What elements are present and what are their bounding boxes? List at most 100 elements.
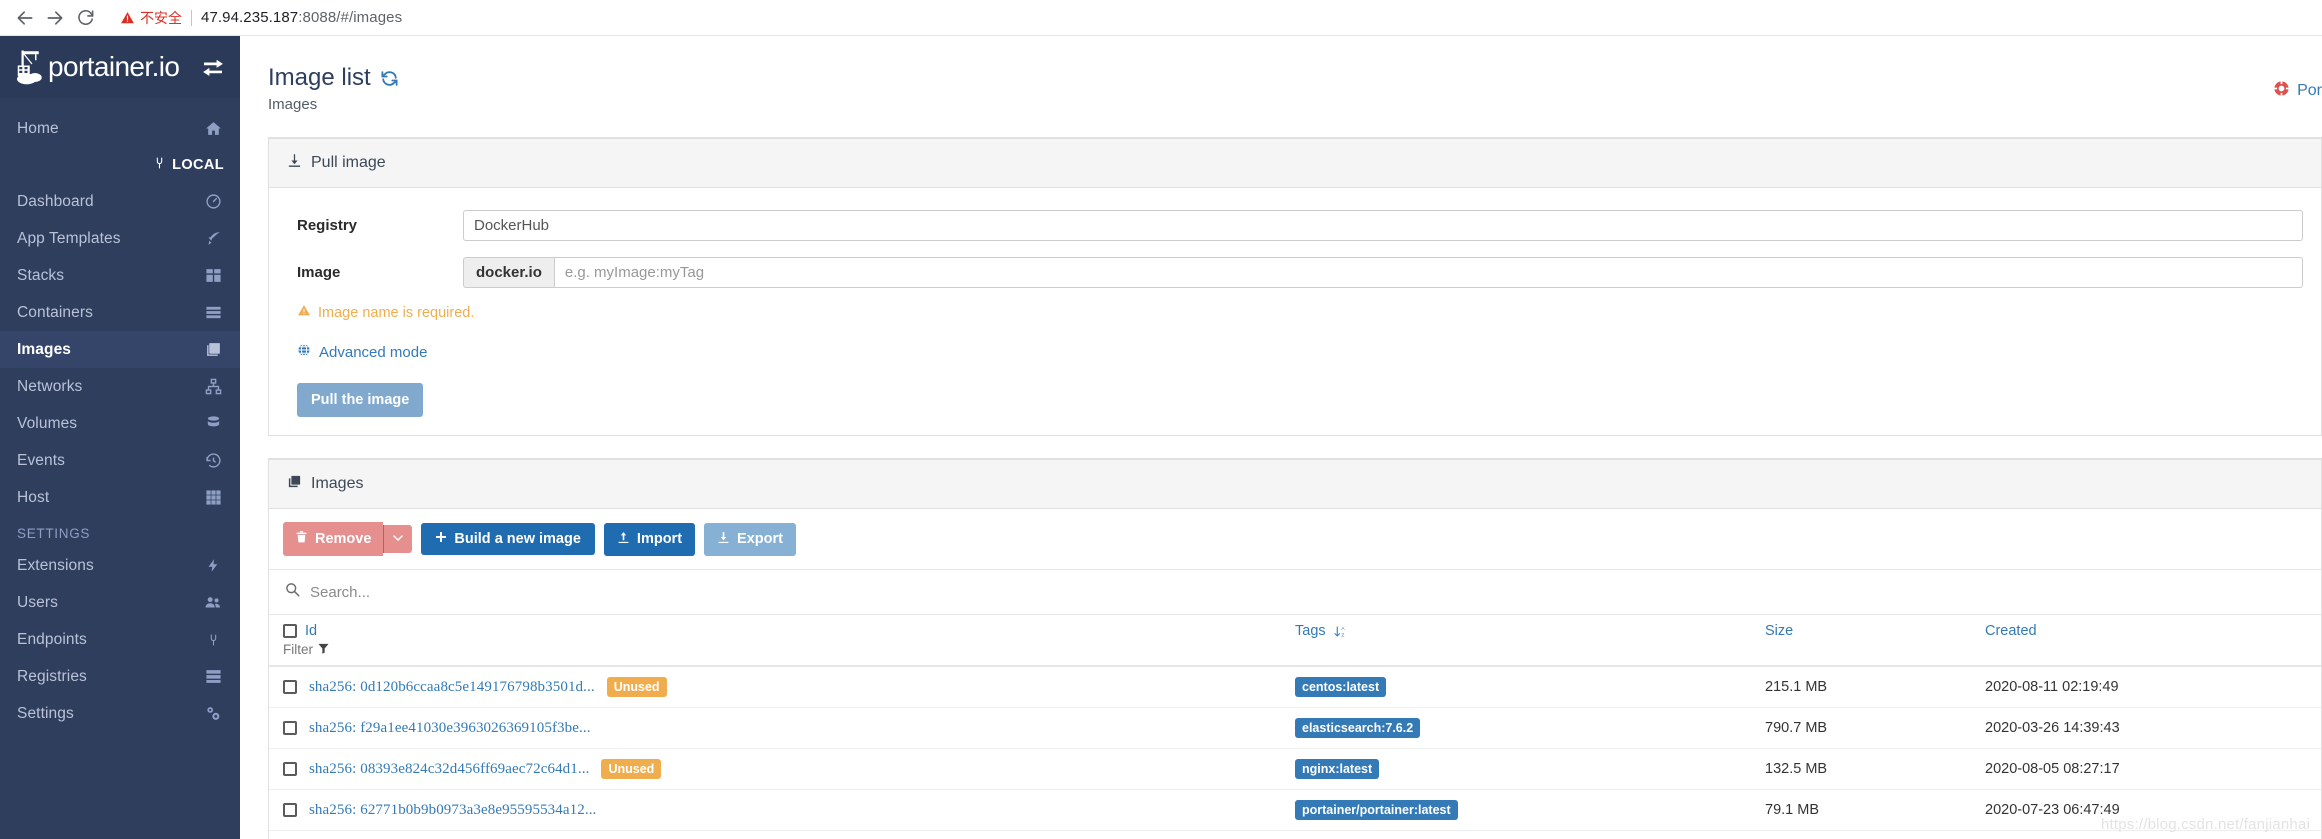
cell-id: sha256: 62771b0b9b0973a3e8e95595534a12..… bbox=[269, 790, 1289, 831]
registry-row: Registry bbox=[287, 210, 2303, 241]
globe-icon bbox=[297, 343, 311, 361]
sidebar-item-app-templates[interactable]: App Templates bbox=[0, 220, 240, 257]
import-button[interactable]: Import bbox=[604, 523, 695, 556]
search-bar[interactable] bbox=[269, 570, 2321, 615]
remove-button[interactable]: Remove bbox=[283, 522, 383, 556]
image-id-link[interactable]: sha256: f29a1ee41030e3963026369105f3be..… bbox=[309, 720, 591, 737]
sidebar-item-users[interactable]: Users bbox=[0, 584, 240, 621]
image-id-link[interactable]: sha256: 62771b0b9b0973a3e8e95595534a12..… bbox=[309, 802, 596, 819]
advanced-mode-label: Advanced mode bbox=[319, 344, 427, 361]
refresh-icon[interactable] bbox=[380, 69, 399, 88]
image-id-link[interactable]: sha256: 08393e824c32d456ff69aec72c64d1..… bbox=[309, 761, 589, 778]
download-icon bbox=[287, 153, 302, 173]
svg-text:A: A bbox=[1341, 626, 1345, 632]
column-header-created[interactable]: Created bbox=[1979, 615, 2321, 666]
networks-icon bbox=[202, 378, 224, 395]
upload-icon bbox=[617, 531, 630, 548]
rocket-icon bbox=[202, 230, 224, 247]
column-header-created-label: Created bbox=[1985, 623, 2037, 639]
pull-the-image-button[interactable]: Pull the image bbox=[297, 383, 423, 417]
tag-chip[interactable]: portainer/portainer:latest bbox=[1295, 800, 1458, 820]
sidebar-item-dashboard[interactable]: Dashboard bbox=[0, 183, 240, 220]
forward-arrow-icon[interactable] bbox=[40, 3, 70, 33]
sidebar-item-stacks[interactable]: Stacks bbox=[0, 257, 240, 294]
help-link[interactable]: Por bbox=[2273, 80, 2322, 102]
sidebar-section-settings: SETTINGS bbox=[0, 516, 240, 547]
sidebar-item-endpoints[interactable]: Endpoints bbox=[0, 621, 240, 658]
sidebar-item-extensions[interactable]: Extensions bbox=[0, 547, 240, 584]
remove-dropdown-button[interactable] bbox=[383, 525, 412, 553]
table-header-row: Id Filter bbox=[269, 615, 2321, 666]
advanced-mode-toggle[interactable]: Advanced mode bbox=[287, 343, 2303, 361]
app-root: portainer.io Home LOCAL Dashboard bbox=[0, 36, 2322, 839]
sidebar-item-volumes[interactable]: Volumes bbox=[0, 405, 240, 442]
collapse-toggle-icon[interactable] bbox=[202, 58, 224, 76]
page-title-text: Image list bbox=[268, 64, 371, 92]
environment-label: LOCAL bbox=[172, 157, 224, 173]
row-checkbox[interactable] bbox=[283, 803, 297, 817]
table-row[interactable]: sha256: 0d120b6ccaa8c5e149176798b3501d..… bbox=[269, 666, 2321, 708]
sidebar-item-registries[interactable]: Registries bbox=[0, 658, 240, 695]
sidebar-item-home[interactable]: Home bbox=[0, 110, 240, 147]
lifebuoy-icon bbox=[2273, 80, 2290, 102]
not-secure-label: 不安全 bbox=[140, 8, 182, 28]
brand-header[interactable]: portainer.io bbox=[0, 36, 240, 98]
column-header-size[interactable]: Size bbox=[1759, 615, 1979, 666]
nav-spacer-top bbox=[0, 98, 240, 110]
sidebar-item-containers[interactable]: Containers bbox=[0, 294, 240, 331]
cell-id: sha256: 2ae23eb477aa82782438e429f22e55..… bbox=[269, 831, 1289, 839]
select-all-checkbox[interactable] bbox=[283, 624, 297, 638]
tag-chip[interactable]: elasticsearch:7.6.2 bbox=[1295, 718, 1420, 738]
reload-icon[interactable] bbox=[70, 3, 100, 33]
images-icon bbox=[202, 341, 224, 358]
sidebar-item-label: Events bbox=[17, 452, 202, 470]
address-bar[interactable]: 不安全 47.94.235.187:8088/#/images bbox=[110, 5, 2312, 31]
status-badge: Unused bbox=[601, 759, 661, 779]
image-id-link[interactable]: sha256: 0d120b6ccaa8c5e149176798b3501d..… bbox=[309, 679, 595, 696]
sidebar-item-label: Home bbox=[17, 120, 202, 138]
export-button[interactable]: Export bbox=[704, 523, 796, 556]
back-arrow-icon[interactable] bbox=[10, 3, 40, 33]
row-checkbox[interactable] bbox=[283, 721, 297, 735]
sort-az-icon: AZ bbox=[1334, 625, 1347, 638]
home-icon bbox=[202, 120, 224, 137]
sidebar-item-networks[interactable]: Networks bbox=[0, 368, 240, 405]
not-secure-badge[interactable]: 不安全 bbox=[120, 8, 182, 28]
users-icon bbox=[202, 594, 224, 611]
dashboard-icon bbox=[202, 193, 224, 210]
table-row[interactable]: sha256: 08393e824c32d456ff69aec72c64d1..… bbox=[269, 749, 2321, 790]
pull-image-panel-body: Registry Image docker.io bbox=[269, 188, 2321, 435]
image-name-input[interactable] bbox=[554, 257, 2303, 288]
warning-triangle-icon bbox=[297, 304, 311, 321]
column-header-tags[interactable]: Tags AZ bbox=[1289, 615, 1759, 666]
cell-created: 2020-08-05 08:27:17 bbox=[1979, 749, 2321, 790]
download-icon bbox=[717, 531, 730, 548]
sidebar-item-host[interactable]: Host bbox=[0, 479, 240, 516]
column-header-id-label: Id bbox=[305, 623, 317, 639]
row-checkbox[interactable] bbox=[283, 762, 297, 776]
search-input[interactable] bbox=[310, 584, 2305, 601]
sidebar-item-settings[interactable]: Settings bbox=[0, 695, 240, 732]
sidebar-item-events[interactable]: Events bbox=[0, 442, 240, 479]
build-new-image-button[interactable]: Build a new image bbox=[421, 523, 595, 555]
images-table-head: Id Filter bbox=[269, 615, 2321, 666]
events-icon bbox=[202, 452, 224, 469]
sidebar-item-label: Settings bbox=[17, 705, 202, 723]
id-filter[interactable]: Filter bbox=[283, 642, 1283, 657]
tag-chip[interactable]: centos:latest bbox=[1295, 677, 1386, 697]
tag-chip[interactable]: nginx:latest bbox=[1295, 759, 1379, 779]
image-input-group: docker.io bbox=[463, 257, 2303, 288]
images-table-body: sha256: 0d120b6ccaa8c5e149176798b3501d..… bbox=[269, 666, 2321, 839]
sidebar-item-images[interactable]: Images bbox=[0, 331, 240, 368]
main-content: Image list Images Por Pull bbox=[240, 36, 2322, 839]
host-icon bbox=[202, 489, 224, 506]
row-checkbox[interactable] bbox=[283, 680, 297, 694]
sidebar: portainer.io Home LOCAL Dashboard bbox=[0, 36, 240, 839]
table-row[interactable]: sha256: 2ae23eb477aa82782438e429f22e55..… bbox=[269, 831, 2321, 839]
content-area: Pull image Registry Image docker.io bbox=[240, 125, 2322, 839]
image-required-warning: Image name is required. bbox=[287, 304, 2303, 321]
column-header-id[interactable]: Id Filter bbox=[269, 615, 1289, 666]
table-row[interactable]: sha256: f29a1ee41030e3963026369105f3be..… bbox=[269, 708, 2321, 749]
table-row[interactable]: sha256: 62771b0b9b0973a3e8e95595534a12..… bbox=[269, 790, 2321, 831]
registry-select[interactable] bbox=[463, 210, 2303, 241]
